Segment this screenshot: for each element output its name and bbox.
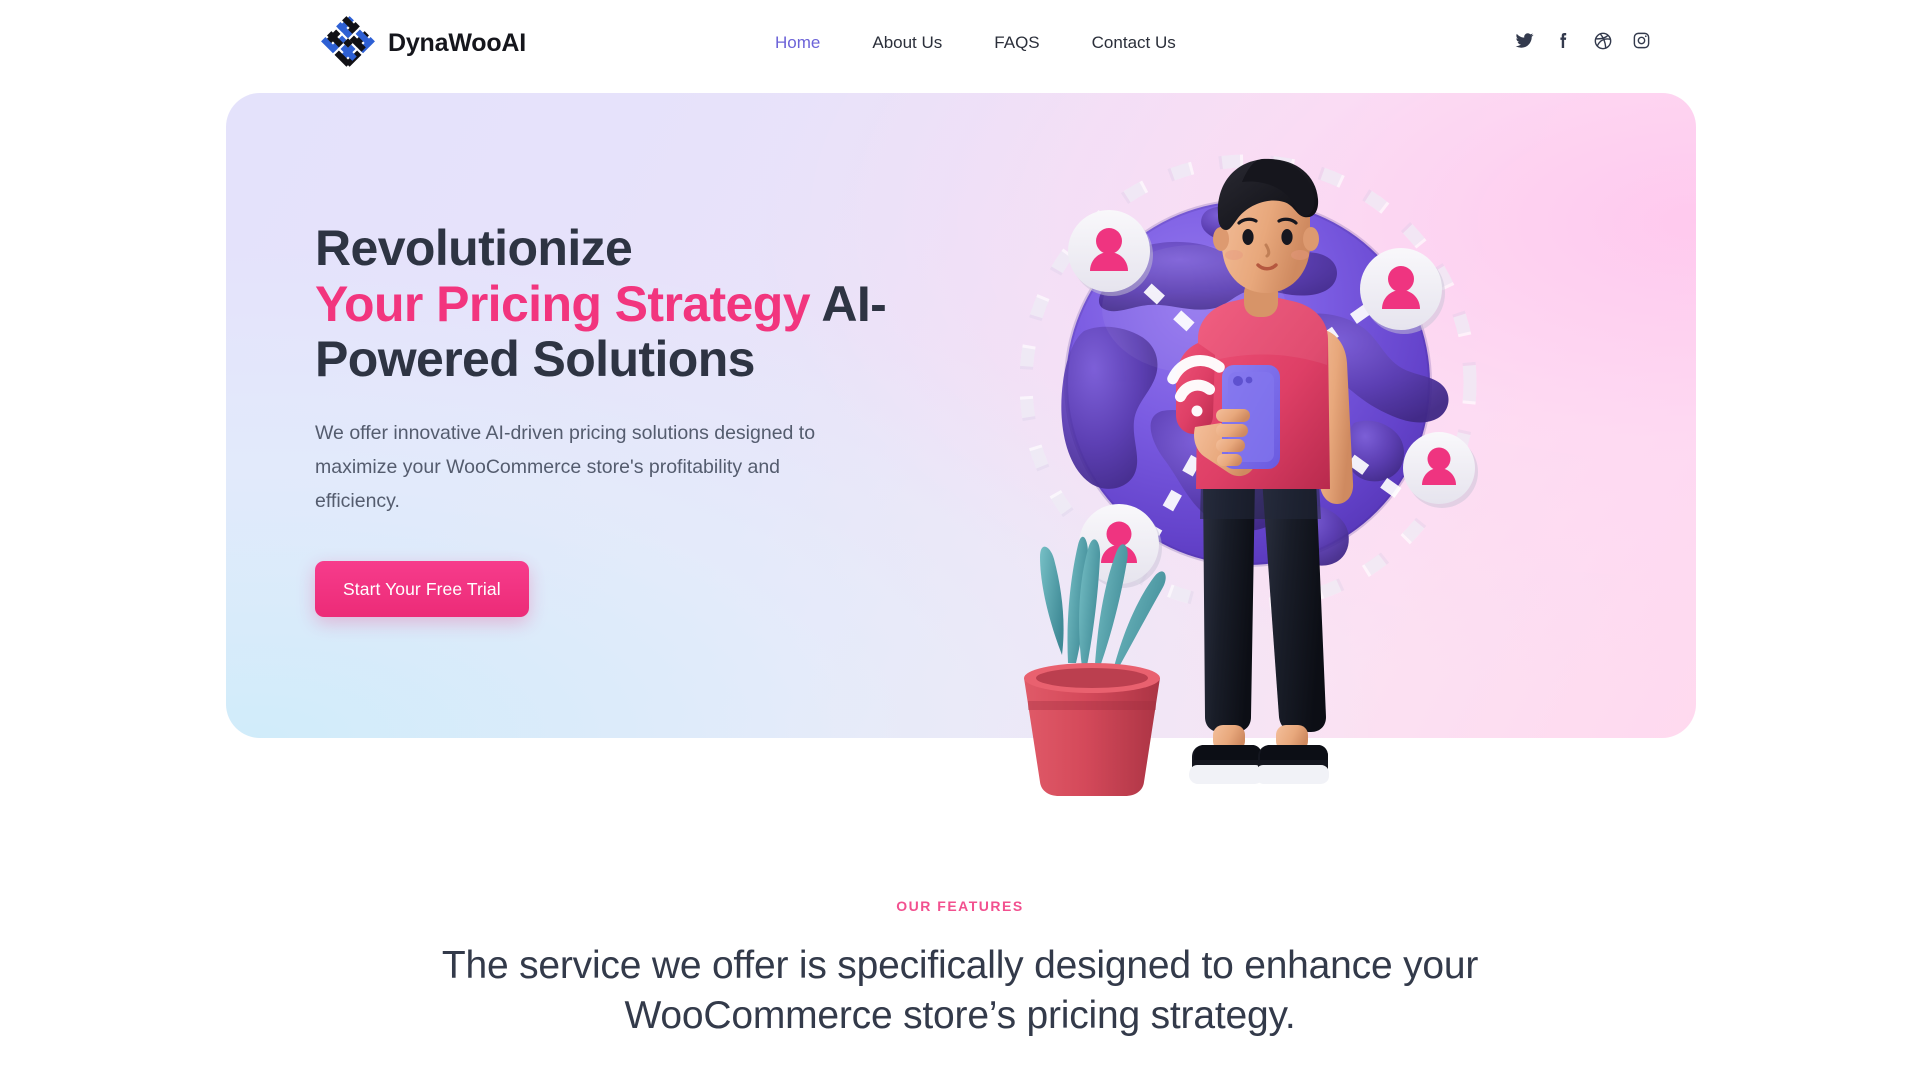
hero-subtitle: We offer innovative AI-driven pricing so… bbox=[315, 421, 816, 512]
character-arm-right bbox=[1310, 329, 1354, 504]
twitter-icon[interactable] bbox=[1514, 30, 1535, 51]
features-eyebrow: OUR FEATURES bbox=[896, 898, 1024, 914]
avatar-node-top-right bbox=[1360, 248, 1445, 334]
plant-pot bbox=[1024, 678, 1160, 796]
character-sleeve-left bbox=[1176, 343, 1215, 434]
character-hair bbox=[1217, 159, 1319, 230]
character-head bbox=[1222, 163, 1310, 293]
hero-illustration-graphic bbox=[1019, 154, 1478, 796]
character-shoe-left bbox=[1189, 745, 1263, 784]
nav-item-contact-us[interactable]: Contact Us bbox=[1092, 33, 1176, 53]
character-arm-left bbox=[1194, 423, 1257, 477]
character-shirt bbox=[1196, 296, 1330, 489]
hero-title: Revolutionize Your Pricing Strategy AI-P… bbox=[315, 220, 935, 388]
site-header: DynaWooAI Home About Us FAQS Contact Us bbox=[0, 0, 1920, 87]
hero-title-line1: Revolutionize bbox=[315, 220, 633, 276]
brand-logo[interactable]: DynaWooAI bbox=[320, 15, 526, 71]
avatar-node-top-left bbox=[1068, 210, 1153, 296]
globe bbox=[1061, 199, 1449, 567]
plant-leaves bbox=[1040, 536, 1166, 683]
avatar-node-bottom-left bbox=[1079, 504, 1162, 588]
character-shoe-right bbox=[1255, 745, 1329, 784]
hero-copy: Revolutionize Your Pricing Strategy AI-P… bbox=[315, 220, 935, 617]
primary-navigation: Home About Us FAQS Contact Us bbox=[775, 33, 1176, 53]
instagram-icon[interactable] bbox=[1631, 30, 1652, 51]
social-links bbox=[1514, 30, 1652, 51]
avatar-node-center bbox=[1196, 330, 1308, 443]
hero-illustration bbox=[966, 93, 1696, 813]
character-eye-left bbox=[1242, 229, 1254, 245]
nav-item-home[interactable]: Home bbox=[775, 33, 820, 53]
nav-item-about-us[interactable]: About Us bbox=[872, 33, 942, 53]
character-leg-right bbox=[1262, 479, 1326, 732]
facebook-icon[interactable] bbox=[1553, 30, 1574, 51]
orbit-ring bbox=[1019, 154, 1477, 612]
landing-page: DynaWooAI Home About Us FAQS Contact Us bbox=[0, 0, 1920, 1080]
woven-diamond-logo-icon bbox=[321, 16, 375, 67]
avatar-connectors bbox=[1113, 256, 1402, 536]
character-hand bbox=[1216, 409, 1250, 466]
character-leg-left bbox=[1203, 479, 1255, 732]
nav-item-faqs[interactable]: FAQS bbox=[994, 33, 1039, 53]
dribbble-icon[interactable] bbox=[1592, 30, 1613, 51]
character-eye-right bbox=[1281, 229, 1293, 245]
potted-plant bbox=[1024, 536, 1166, 796]
start-free-trial-button[interactable]: Start Your Free Trial bbox=[315, 560, 529, 617]
avatar-node-right bbox=[1403, 432, 1478, 508]
brand-name: DynaWooAI bbox=[388, 28, 527, 57]
hero-title-accent: Your Pricing Strategy bbox=[315, 275, 811, 332]
features-heading: The service we offer is specifically des… bbox=[441, 944, 1479, 1037]
wifi-icon bbox=[1167, 355, 1225, 417]
hero-section: Revolutionize Your Pricing Strategy AI-P… bbox=[226, 93, 1696, 796]
features-section: OUR FEATURES The service we offer is spe… bbox=[0, 898, 1920, 1041]
character-phone bbox=[1222, 365, 1280, 469]
character-figure bbox=[1167, 158, 1354, 784]
